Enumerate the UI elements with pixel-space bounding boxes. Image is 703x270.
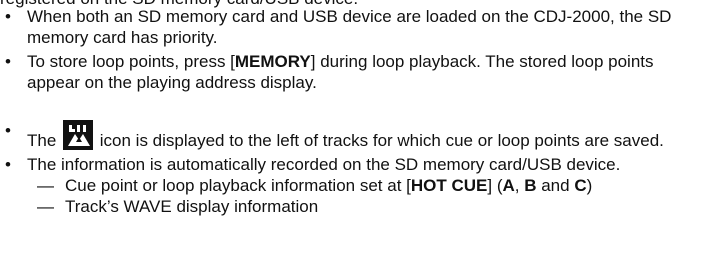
sub-list-item: — Cue point or loop playback information… (27, 175, 703, 196)
note-text-end: icon is displayed to the left of tracks … (99, 131, 664, 150)
hot-cue-a-label: A (502, 176, 515, 195)
memory-button-label: MEMORY (234, 52, 311, 71)
note-text-start: To store loop points, press [ (27, 52, 235, 71)
hot-cue-button-label: HOT CUE (410, 176, 488, 195)
sub-list-item: — Track’s WAVE display information (27, 196, 703, 217)
dash-marker: — (37, 176, 54, 195)
list-item: • The information is automatically recor… (0, 154, 703, 217)
list-item: • When both an SD memory card and USB de… (0, 6, 703, 48)
recorded-info-sublist: — Cue point or loop playback information… (27, 175, 703, 217)
list-item: • To store loop points, press [MEMORY] d… (0, 51, 703, 93)
bullet-marker: • (5, 52, 11, 71)
dash-marker: — (37, 197, 54, 216)
sub-text: ) (586, 176, 593, 195)
bullet-marker: • (5, 155, 11, 174)
manual-page: registered on the SD memory card/USB dev… (0, 0, 703, 270)
note-with-icon: The icon is displayed to the left of tra… (27, 98, 703, 151)
sub-text: Track’s WAVE display information (65, 197, 319, 216)
hot-cue-c-label: C (574, 176, 587, 195)
notes-bullet-list: • When both an SD memory card and USB de… (0, 6, 703, 217)
note-text-start: The (27, 131, 57, 150)
sub-text: , (514, 176, 525, 195)
sub-text: and (536, 176, 575, 195)
sub-text: ] ( (487, 176, 503, 195)
hot-cue-b-label: B (524, 176, 537, 195)
list-item: • The icon is displayed to the left of t… (0, 98, 703, 151)
bullet-marker: • (5, 121, 11, 140)
cue-loop-saved-icon (63, 120, 94, 150)
bullet-marker: • (5, 7, 11, 26)
note-text: When both an SD memory card and USB devi… (27, 7, 672, 47)
sub-text: Cue point or loop playback information s… (65, 176, 411, 195)
note-text: The information is automatically recorde… (27, 155, 621, 174)
